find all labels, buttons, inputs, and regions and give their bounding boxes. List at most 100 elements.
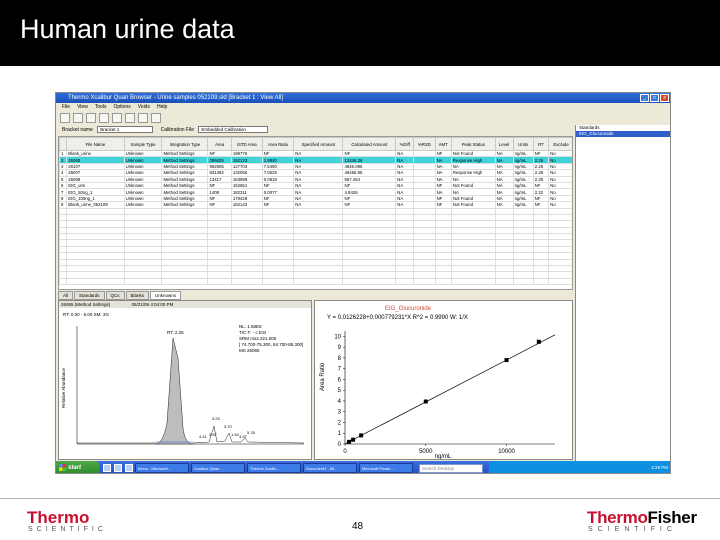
- y-tick-label: 3: [338, 410, 342, 416]
- column-header[interactable]: Peak Status: [450, 137, 496, 151]
- menu-item-help[interactable]: Help: [157, 104, 167, 110]
- tree-node[interactable]: EtG_Glucuronide: [576, 131, 670, 137]
- zoom-icon[interactable]: [99, 113, 109, 123]
- table-body: 1 Blank_urine Unknown Method Settings NF 1997…: [59, 149, 572, 286]
- maximize-button[interactable]: □: [650, 94, 659, 102]
- report-icon[interactable]: [125, 113, 135, 123]
- empty-cell: [59, 277, 68, 286]
- windows-logo-icon: [59, 464, 66, 471]
- menu-item-voids[interactable]: Voids: [138, 104, 150, 110]
- empty-cell: [207, 277, 232, 286]
- tab-unknowns[interactable]: Unknowns: [150, 291, 182, 300]
- column-header[interactable]: %Diff: [395, 137, 415, 151]
- chromatogram-panel: 26065 (Method Settings) 05/21/09 4:04:00…: [58, 300, 312, 460]
- settings-icon[interactable]: [151, 113, 161, 123]
- save-icon[interactable]: [73, 113, 83, 123]
- column-header[interactable]: AMT: [434, 137, 452, 151]
- y-tick-label: 0: [338, 442, 342, 448]
- tab-qcs[interactable]: QCs: [105, 291, 125, 300]
- empty-cell: [494, 277, 514, 286]
- windows-taskbar: start Inbox - Microsoft... Xcalibur Quan.…: [56, 461, 670, 473]
- start-label: start: [68, 465, 82, 471]
- taskbar-button[interactable]: Thermo Xcalib...: [247, 463, 301, 473]
- peak-label: 4.41: [199, 434, 208, 439]
- thermo-logo: Thermo: [27, 508, 90, 527]
- calibrate-icon[interactable]: [112, 113, 122, 123]
- taskbar-button[interactable]: Inbox - Microsoft...: [135, 463, 189, 473]
- column-header[interactable]: [59, 137, 68, 151]
- table-header-row: File Name Sample Type Integration Type Area…: [59, 137, 572, 151]
- browser-icon[interactable]: [103, 464, 111, 472]
- bracket-select[interactable]: Bracket 1: [97, 126, 154, 134]
- minimize-button[interactable]: _: [640, 94, 649, 102]
- taskbar-button[interactable]: Microsoft Power...: [359, 463, 413, 473]
- chromatogram-header: 26065 (Method Settings) 05/21/09 4:04:00…: [59, 301, 311, 308]
- calibration-xlabel: ng/mL: [435, 454, 452, 459]
- y-tick-label: 2: [338, 420, 342, 426]
- legend-line: NL: 1.58E6: [239, 324, 262, 329]
- y-tick-label: 4: [338, 399, 342, 405]
- open-icon[interactable]: [60, 113, 70, 123]
- clock: 4:29 PM: [651, 465, 668, 470]
- tab-standards[interactable]: Standards: [74, 291, 105, 300]
- print-icon[interactable]: [86, 113, 96, 123]
- desktop-search-input[interactable]: Search Desktop: [419, 463, 483, 473]
- column-header[interactable]: %RSD: [413, 137, 436, 151]
- column-header[interactable]: Area: [207, 137, 232, 151]
- page-number: 48: [352, 521, 364, 532]
- column-header[interactable]: Level: [494, 137, 514, 151]
- taskbar-button[interactable]: Xcalibur Quan...: [191, 463, 245, 473]
- column-header[interactable]: RT: [532, 137, 550, 151]
- start-button[interactable]: start: [56, 461, 100, 473]
- column-header[interactable]: Integration Type: [161, 137, 209, 151]
- slide-header: Human urine data: [0, 0, 720, 66]
- column-header[interactable]: Specified Amount: [293, 137, 344, 151]
- empty-cell: [512, 277, 534, 286]
- filter-bar: Bracket name Bracket 1 Calibration File …: [56, 125, 571, 135]
- chromatogram-date: 05/21/09 4:04:00 PM: [131, 302, 174, 307]
- calibration-ylabel: Area Ratio: [320, 362, 326, 391]
- y-tick-label: 9: [338, 345, 342, 351]
- calfile-label: Calibration File: [160, 127, 194, 133]
- tab-all[interactable]: All: [58, 291, 74, 300]
- column-header[interactable]: File Name: [66, 137, 125, 151]
- taskbar-buttons: Inbox - Microsoft... Xcalibur Quan... Ther…: [133, 463, 413, 473]
- column-header[interactable]: Units: [512, 137, 534, 151]
- taskbar-button[interactable]: Document1 - Mi...: [303, 463, 357, 473]
- calibration-point: [351, 437, 356, 442]
- minor-peak-labels: 3.233.703.87 1.544.41 4.975.78: [199, 416, 256, 439]
- calfile-select[interactable]: Embedded Calibration: [198, 126, 269, 134]
- calibration-panel: EtG_Glucuronide Y = 0.0126228+0.000779231…: [314, 300, 573, 460]
- legend-line: MS 26065: [239, 348, 260, 353]
- menu-item-view[interactable]: View: [77, 104, 88, 110]
- tab-blanks[interactable]: Blanks: [125, 291, 150, 300]
- menu-item-options[interactable]: Options: [114, 104, 131, 110]
- desktop-icon[interactable]: [125, 464, 133, 472]
- calibration-point: [423, 399, 428, 404]
- close-button[interactable]: x: [660, 94, 669, 102]
- column-header[interactable]: Exclude: [548, 137, 572, 151]
- x-tick-label: 5000: [419, 449, 433, 455]
- empty-cell: [230, 277, 263, 286]
- chromatogram-trace: [77, 425, 305, 444]
- x-tick-label: 10000: [498, 449, 515, 455]
- chromatogram-legend: NL: 1.58E6TIC F: - c ESISRM ms2 221.000[…: [239, 324, 303, 353]
- chart-icon[interactable]: [138, 113, 148, 123]
- peak-rt-label: RT: 2.25: [167, 330, 184, 335]
- sample-tabs: All Standards QCs Blanks Unknowns: [58, 291, 573, 300]
- empty-cell: [395, 277, 415, 286]
- window-title: Thermo Xcalibur Quan Browser - Urine sam…: [68, 95, 283, 101]
- calibration-chart: EtG_Glucuronide Y = 0.0126228+0.000779231…: [320, 306, 556, 460]
- empty-cell: [161, 277, 209, 286]
- menu-item-file[interactable]: File: [62, 104, 70, 110]
- outlook-icon[interactable]: [114, 464, 122, 472]
- column-header[interactable]: Sample Type: [123, 137, 163, 151]
- y-tick-label: 7: [338, 367, 342, 373]
- thermofisher-logo-b: Fisher: [647, 508, 698, 527]
- y-tick-label: 8: [338, 356, 342, 362]
- y-tick-label: 6: [338, 377, 342, 383]
- column-header[interactable]: Area Ratio: [261, 137, 295, 151]
- menu-item-tools[interactable]: Tools: [95, 104, 107, 110]
- column-header[interactable]: Calculated Amount: [342, 137, 397, 151]
- column-header[interactable]: ISTD Area: [230, 137, 263, 151]
